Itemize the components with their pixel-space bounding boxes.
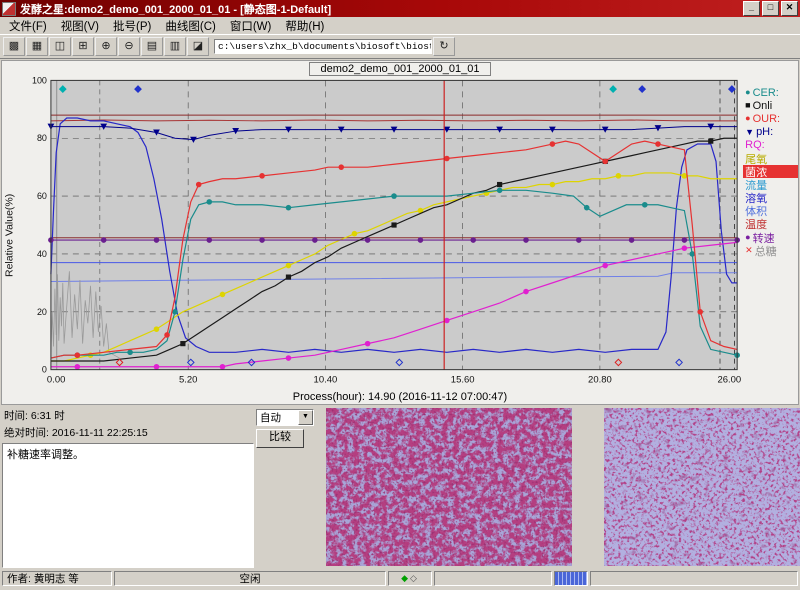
sample-info-panel: 时间: 6:31 时 绝对时间: 2016-11-11 22:25:15 补糖速… bbox=[0, 407, 256, 570]
status-bar: 作者: 黄明志 等 空闲 ◆◇ bbox=[0, 570, 800, 587]
legend-label: CER: bbox=[753, 87, 779, 99]
svg-text:20: 20 bbox=[37, 307, 47, 317]
svg-text:40: 40 bbox=[37, 249, 47, 259]
legend-label: 总糖 bbox=[755, 243, 777, 259]
load-file-button[interactable]: ↻ bbox=[433, 37, 455, 56]
diamond-outline-icon: ◇ bbox=[410, 573, 417, 584]
menu-item-2[interactable]: 批号(P) bbox=[106, 17, 158, 35]
mode-select[interactable]: 自动 ▼ bbox=[256, 409, 314, 426]
statusbar-tail bbox=[590, 571, 798, 586]
status-label: 空闲 bbox=[114, 571, 386, 586]
tile-windows-button[interactable]: ◫ bbox=[49, 37, 71, 56]
app-icon bbox=[2, 2, 16, 16]
remark-textbox[interactable]: 补糖速率调整。 bbox=[2, 443, 254, 568]
legend-label: pH: bbox=[756, 126, 773, 138]
statusbar-spacer bbox=[434, 571, 552, 586]
legend-marker-icon: ✕ bbox=[745, 246, 753, 255]
chart-panel: demo2_demo_001_2000_01_01 Relative Value… bbox=[1, 60, 799, 405]
legend-item-3[interactable]: ▼pH: bbox=[743, 126, 798, 139]
menu-item-0[interactable]: 文件(F) bbox=[2, 17, 54, 35]
chart-legend: ●CER:■Onli●OUR:▼pH:RQ:尾氧菌浓流量溶氧体积温度●转速✕总糖 bbox=[743, 76, 798, 394]
save-button[interactable]: ▦ bbox=[26, 37, 48, 56]
title-bar: 发酵之星:demo2_demo_001_2000_01_01 - [静态图-1-… bbox=[0, 0, 800, 17]
maximize-button[interactable]: □ bbox=[762, 1, 779, 16]
y-axis-label: Relative Value(%) bbox=[2, 76, 17, 394]
barcode-button[interactable]: ▥ bbox=[164, 37, 186, 56]
statusbar-icons: ◆◇ bbox=[388, 571, 432, 586]
legend-marker-icon: ■ bbox=[745, 101, 750, 110]
menu-item-4[interactable]: 窗口(W) bbox=[223, 17, 279, 35]
minimize-button[interactable]: _ bbox=[743, 1, 760, 16]
chart-canvas[interactable]: 0 20 40 60 80 100 0.00 5.20 10.40 15.60 20.80 26.00 bbox=[17, 76, 743, 394]
scroll-grip[interactable] bbox=[554, 571, 588, 586]
author-label: 作者: 黄明志 等 bbox=[2, 571, 112, 586]
svg-text:10.40: 10.40 bbox=[314, 375, 338, 386]
palette-button[interactable]: ◪ bbox=[187, 37, 209, 56]
svg-text:5.20: 5.20 bbox=[179, 375, 197, 386]
legend-item-12[interactable]: ✕总糖 bbox=[743, 244, 798, 257]
menu-item-3[interactable]: 曲线图(C) bbox=[158, 17, 222, 35]
toolbar: ▩▦◫⊞⊕⊖▤▥◪ c:\users\zhx_b\documents\bioso… bbox=[0, 35, 800, 59]
legend-marker-icon: ● bbox=[745, 88, 750, 97]
microscopy-image-1 bbox=[326, 408, 572, 566]
svg-text:80: 80 bbox=[37, 133, 47, 143]
svg-text:26.00: 26.00 bbox=[717, 375, 741, 386]
cascade-windows-button[interactable]: ⊞ bbox=[72, 37, 94, 56]
legend-item-2[interactable]: ●OUR: bbox=[743, 112, 798, 125]
close-button[interactable]: ✕ bbox=[781, 1, 798, 16]
report-button[interactable]: ▤ bbox=[141, 37, 163, 56]
svg-text:60: 60 bbox=[37, 191, 47, 201]
image-controls: 自动 ▼ 比较 bbox=[256, 407, 326, 570]
bottom-panel: 时间: 6:31 时 绝对时间: 2016-11-11 22:25:15 补糖速… bbox=[0, 405, 800, 570]
zoom-in-button[interactable]: ⊕ bbox=[95, 37, 117, 56]
svg-text:20.80: 20.80 bbox=[588, 375, 612, 386]
svg-text:0.00: 0.00 bbox=[47, 375, 65, 386]
chart-title: demo2_demo_001_2000_01_01 bbox=[309, 62, 490, 76]
compare-button[interactable]: 比较 bbox=[256, 429, 304, 448]
chevron-down-icon[interactable]: ▼ bbox=[298, 410, 313, 425]
toolbar-buttons: ▩▦◫⊞⊕⊖▤▥◪ bbox=[3, 37, 209, 56]
svg-text:100: 100 bbox=[32, 76, 47, 85]
mode-select-value: 自动 bbox=[257, 410, 298, 425]
microscopy-image-2 bbox=[604, 408, 800, 566]
legend-marker-icon: ▼ bbox=[745, 128, 754, 137]
legend-marker-icon: ● bbox=[745, 233, 750, 242]
legend-label: OUR: bbox=[753, 113, 781, 125]
menubar: 文件(F)视图(V)批号(P)曲线图(C)窗口(W)帮助(H) bbox=[0, 17, 800, 35]
window-title: 发酵之星:demo2_demo_001_2000_01_01 - [静态图-1-… bbox=[20, 1, 741, 17]
absolute-time: 绝对时间: 2016-11-11 22:25:15 bbox=[0, 424, 256, 441]
file-path-input[interactable]: c:\users\zhx_b\documents\biosoft\biostar… bbox=[214, 39, 432, 54]
legend-label: RQ: bbox=[745, 139, 765, 151]
menu-item-5[interactable]: 帮助(H) bbox=[278, 17, 331, 35]
svg-text:15.60: 15.60 bbox=[451, 375, 475, 386]
svg-text:0: 0 bbox=[42, 365, 47, 375]
legend-item-1[interactable]: ■Onli bbox=[743, 99, 798, 112]
diamond-filled-icon: ◆ bbox=[401, 573, 408, 584]
legend-marker-icon: ● bbox=[745, 114, 750, 123]
sample-time: 时间: 6:31 时 bbox=[0, 407, 256, 424]
image-gap bbox=[572, 407, 604, 570]
open-button[interactable]: ▩ bbox=[3, 37, 25, 56]
zoom-out-button[interactable]: ⊖ bbox=[118, 37, 140, 56]
legend-item-0[interactable]: ●CER: bbox=[743, 86, 798, 99]
menu-item-1[interactable]: 视图(V) bbox=[54, 17, 106, 35]
legend-label: Onli bbox=[753, 100, 773, 112]
